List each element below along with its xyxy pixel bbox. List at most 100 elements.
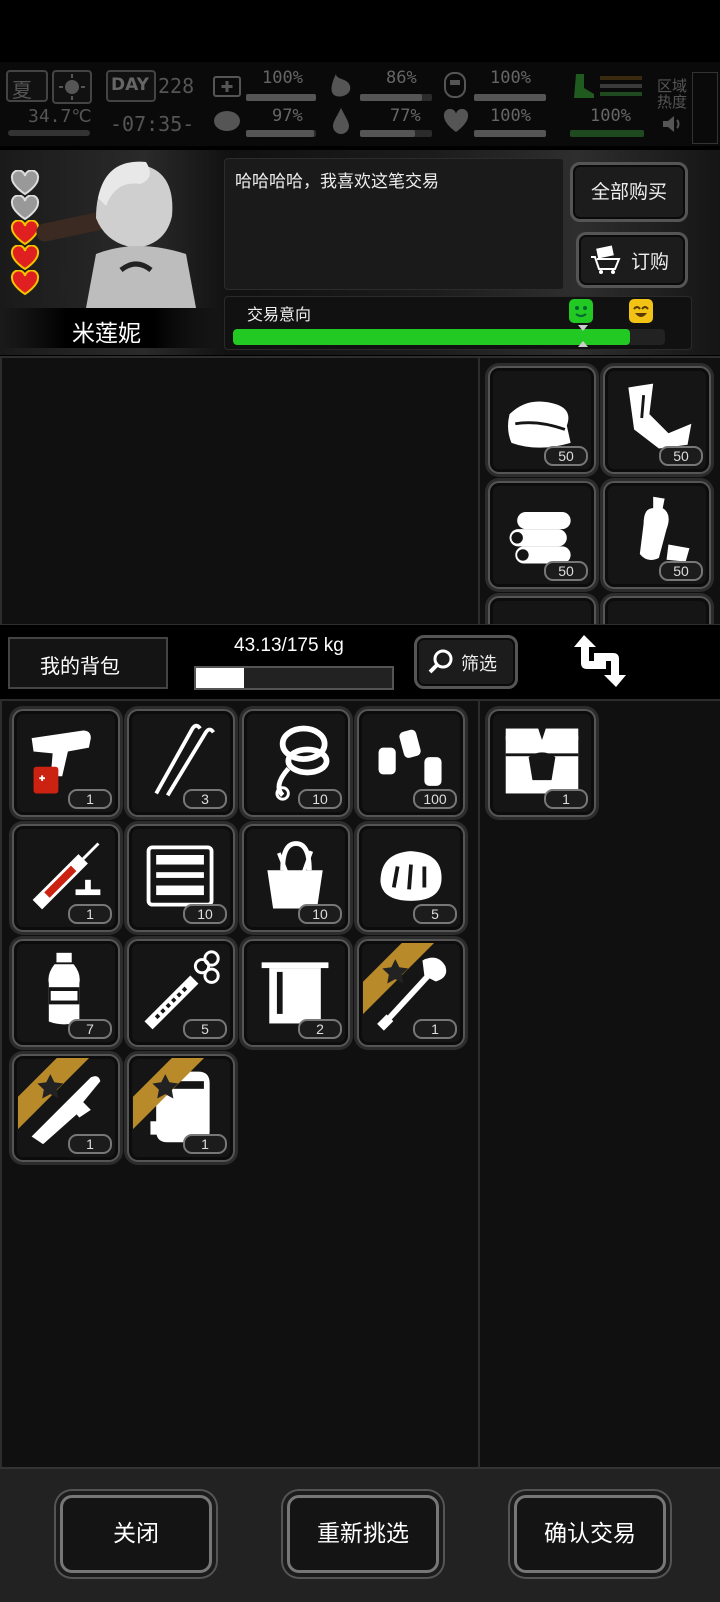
trader-name: 米莲妮	[72, 321, 141, 347]
trade-intent-label: 交易意向	[247, 305, 312, 324]
quantity-badge: 10	[298, 904, 342, 924]
favorite-star-icon	[14, 1056, 90, 1130]
backpack-item-slot[interactable]: 10	[242, 709, 350, 817]
quantity-badge: 2	[298, 1019, 342, 1039]
backpack-panel[interactable]: 1 3 10 100 1 10 10 5 7 5 2 1 1 1	[0, 699, 480, 1469]
hud-side-frame	[692, 72, 718, 144]
day-number: 228	[158, 74, 195, 98]
close-button[interactable]: 关闭	[60, 1495, 212, 1573]
season-label: 夏	[12, 78, 32, 102]
close-label: 关闭	[113, 1521, 159, 1547]
quantity-badge: 50	[544, 446, 588, 466]
backpack-item-slot[interactable]: 1	[127, 1054, 235, 1162]
thirst-value: 77%	[390, 106, 421, 126]
sun-icon	[52, 70, 92, 104]
quantity-badge: 100	[413, 789, 457, 809]
day-label: DAY	[111, 75, 149, 95]
confirm-trade-button[interactable]: 确认交易	[514, 1495, 666, 1573]
mood-bar	[474, 130, 546, 137]
heat-level-bar-1	[600, 76, 642, 80]
reselect-button[interactable]: 重新挑选	[287, 1495, 439, 1573]
medkit-icon	[212, 72, 242, 98]
speaker-icon[interactable]	[660, 112, 684, 136]
stamina-value: 100%	[490, 68, 531, 88]
backpack-item-slot[interactable]: 100	[357, 709, 465, 817]
favorite-star-icon	[129, 1056, 205, 1130]
status-hud: 夏 DAY 228 34.7℃ -07:35- 100% 86% 100% 97…	[0, 62, 720, 146]
favorite-star-icon	[359, 941, 435, 1015]
order-label: 订购	[631, 251, 670, 273]
mental-bar	[246, 130, 316, 137]
quantity-badge: 1	[544, 789, 588, 809]
area-heat-label: 区域 热度	[657, 77, 688, 111]
neutral-face-icon	[569, 299, 593, 323]
trader-item-slot-partial[interactable]	[488, 596, 596, 624]
backpack-title-box: 我的背包	[8, 637, 168, 689]
temperature-readout: 34.7℃	[28, 106, 92, 127]
backpack-item-slot[interactable]: 1	[12, 709, 120, 817]
clock-readout: -07:35-	[110, 112, 195, 136]
backpack-item-slot[interactable]: 5	[127, 939, 235, 1047]
magnifier-icon	[427, 648, 455, 676]
quantity-badge: 5	[413, 904, 457, 924]
backpack-item-slot[interactable]: 7	[12, 939, 120, 1047]
water-drop-icon	[330, 106, 352, 136]
intent-marker-top	[578, 325, 588, 331]
heat-level-bar-2	[600, 84, 642, 88]
brain-icon	[212, 108, 242, 134]
backpack-item-slot[interactable]: 2	[242, 939, 350, 1047]
buy-all-label: 全部购买	[590, 181, 667, 203]
quantity-badge: 1	[68, 904, 112, 924]
trader-item-slot[interactable]: 50	[488, 366, 596, 474]
quantity-badge: 1	[413, 1019, 457, 1039]
day-badge: DAY	[106, 70, 156, 102]
health-value: 100%	[262, 68, 303, 88]
mental-value: 97%	[272, 106, 303, 126]
quantity-badge: 50	[659, 561, 703, 581]
dialog-box: 哈哈哈哈，我喜欢这笔交易	[224, 158, 564, 290]
quantity-badge: 5	[183, 1019, 227, 1039]
weight-bar-fill	[196, 668, 245, 688]
offer-item-slot[interactable]: 1	[488, 709, 596, 817]
trade-intent-fill	[233, 329, 631, 345]
trader-inventory-panel[interactable]: 50 50 50 50	[478, 356, 720, 626]
reselect-label: 重新挑选	[317, 1521, 409, 1547]
mood-value: 100%	[490, 106, 531, 126]
trade-intent-bar	[233, 329, 665, 345]
quantity-badge: 7	[68, 1019, 112, 1039]
stomach-icon	[328, 72, 354, 100]
selected-trader-items-panel[interactable]	[0, 356, 480, 626]
backpack-item-slot[interactable]: 3	[127, 709, 235, 817]
backpack-item-slot[interactable]: 10	[242, 824, 350, 932]
backpack-item-slot[interactable]: 5	[357, 824, 465, 932]
season-badge: 夏	[6, 70, 48, 102]
order-button[interactable]: 订购	[576, 232, 688, 288]
trader-item-slot[interactable]: 50	[603, 481, 711, 589]
trader-portrait	[36, 158, 216, 308]
heart-icon	[442, 108, 470, 134]
quantity-badge: 50	[544, 561, 588, 581]
filter-button[interactable]: 筛选	[414, 635, 518, 689]
trader-item-slot[interactable]: 50	[488, 481, 596, 589]
heat-level-bar-3	[600, 92, 642, 96]
trader-item-slot-partial[interactable]	[603, 596, 711, 624]
boot-icon	[570, 72, 596, 100]
backpack-item-slot[interactable]: 1	[12, 824, 120, 932]
offer-panel[interactable]: 1	[478, 699, 720, 1469]
quantity-badge: 1	[183, 1134, 227, 1154]
trader-item-slot[interactable]: 50	[603, 366, 711, 474]
backpack-item-slot[interactable]: 10	[127, 824, 235, 932]
happy-face-icon	[629, 299, 653, 323]
swap-arrows-icon[interactable]	[570, 631, 630, 691]
quantity-badge: 10	[183, 904, 227, 924]
buy-all-button[interactable]: 全部购买	[570, 162, 688, 222]
backpack-toolbar: 我的背包 43.13/175 kg 筛选	[0, 625, 720, 695]
cart-icon	[589, 245, 621, 275]
stomach-value: 86%	[386, 68, 417, 88]
thirst-bar	[360, 130, 432, 137]
shield-value: 100%	[590, 106, 631, 126]
dialog-text: 哈哈哈哈，我喜欢这笔交易	[235, 172, 439, 192]
backpack-item-slot[interactable]: 1	[357, 939, 465, 1047]
backpack-item-slot[interactable]: 1	[12, 1054, 120, 1162]
stamina-bar	[474, 94, 546, 101]
